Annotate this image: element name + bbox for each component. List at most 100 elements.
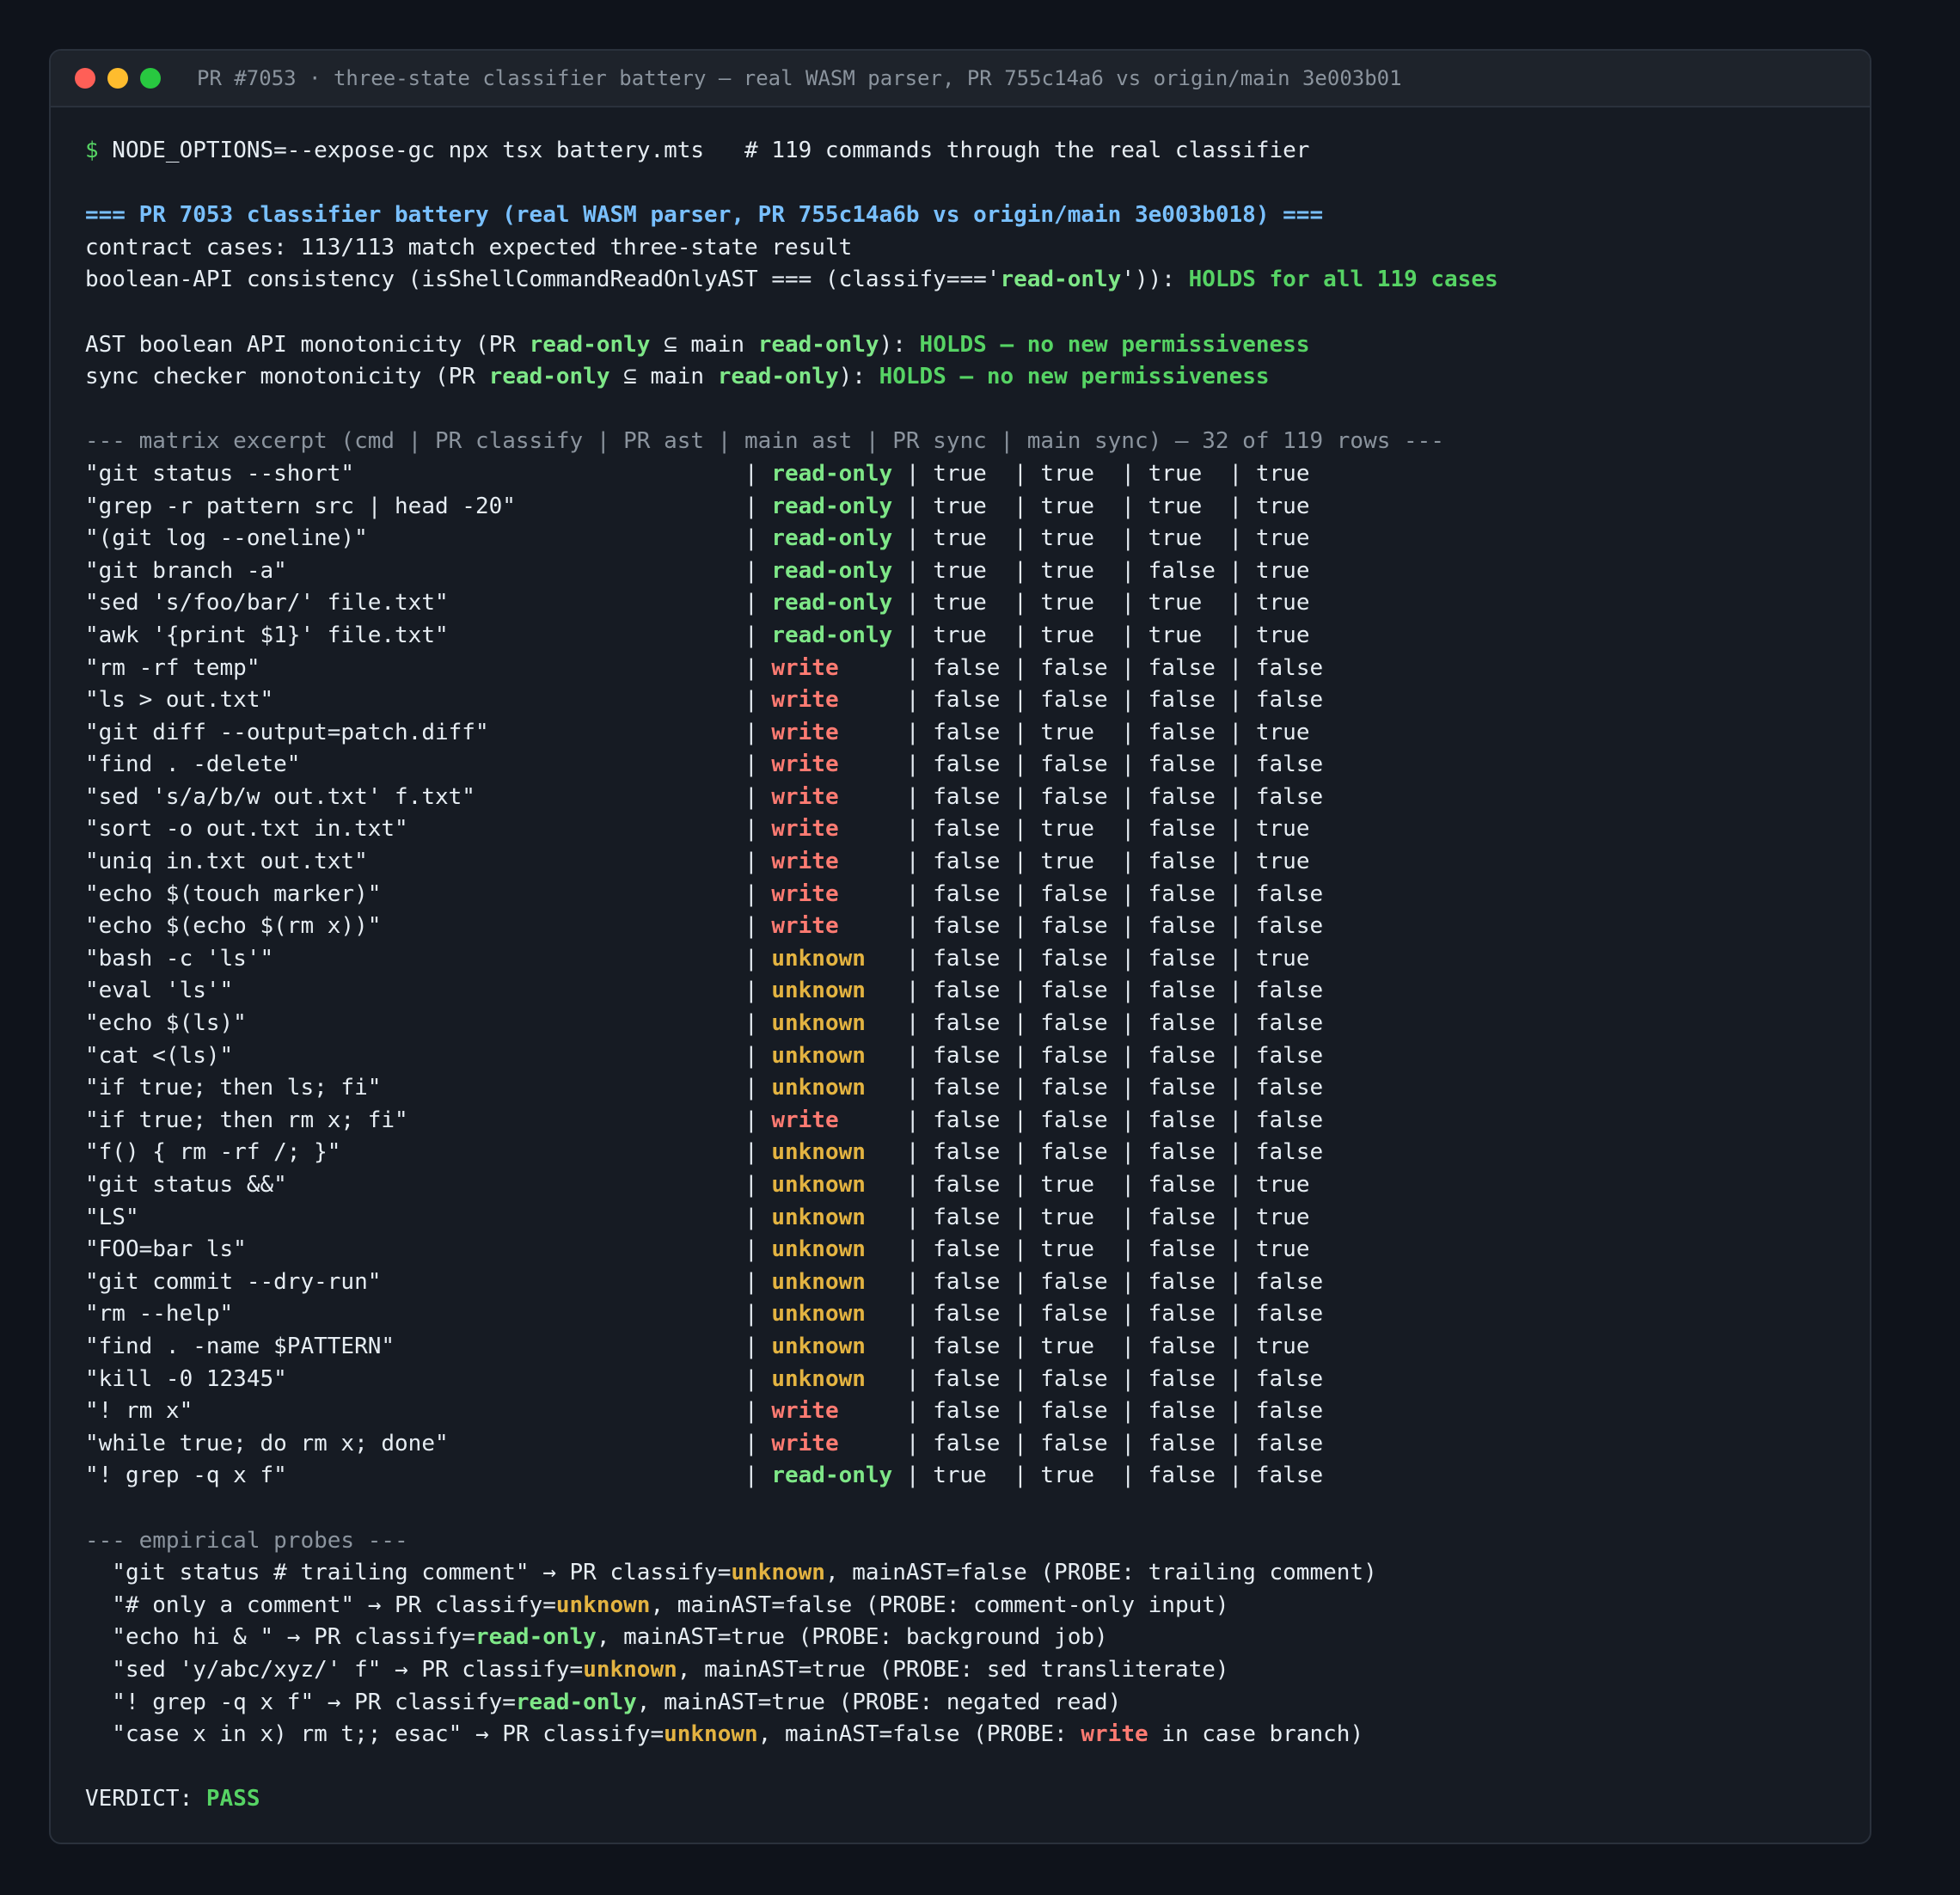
table-row: "git branch -a" | read-only | true | tru… — [85, 555, 1498, 588]
row-separator: | — [892, 816, 934, 843]
table-row: "uniq in.txt out.txt" | write | false | … — [85, 846, 1498, 879]
row-separator: | — [744, 1236, 772, 1263]
list-item: "# only a comment" → PR classify=unknown… — [85, 1590, 1498, 1622]
row-command: "echo $(ls)" — [85, 1010, 745, 1037]
row-command: "cat <(ls)" — [85, 1042, 745, 1069]
table-row: "awk '{print $1}' file.txt" | read-only … — [85, 620, 1498, 653]
row-command: "uniq in.txt out.txt" — [85, 849, 745, 875]
row-boolean-values: false | false | false | false — [933, 1398, 1324, 1425]
row-separator: | — [892, 1139, 934, 1166]
row-separator: | — [892, 460, 934, 487]
table-row: "sed 's/a/b/w out.txt' f.txt" | write | … — [85, 782, 1498, 814]
table-row: "echo $(echo $(rm x))" | write | false |… — [85, 911, 1498, 943]
list-item: "sed 'y/abc/xyz/' f" → PR classify=unkno… — [85, 1654, 1498, 1687]
row-separator: | — [744, 1204, 772, 1230]
row-classify-state: unknown — [771, 1204, 893, 1230]
row-boolean-values: false | false | false | false — [933, 880, 1324, 907]
row-boolean-values: false | true | false | true — [933, 1204, 1310, 1230]
matrix-header: --- matrix excerpt (cmd | PR classify | … — [85, 428, 1444, 455]
row-separator: | — [892, 1333, 934, 1359]
table-row: "FOO=bar ls" | unknown | false | true | … — [85, 1234, 1498, 1266]
matrix-table: "git status --short" | read-only | true … — [85, 458, 1498, 1493]
table-row: "echo $(touch marker)" | write | false |… — [85, 879, 1498, 911]
probe-note: negated read — [946, 1689, 1108, 1715]
table-row: "find . -name $PATTERN" | unknown | fals… — [85, 1331, 1498, 1364]
row-classify-state: unknown — [771, 1268, 893, 1295]
probe-main-ast: , mainAST=false (PROBE: — [824, 1560, 1148, 1586]
ast-mono-state-pr: read-only — [529, 331, 651, 358]
row-classify-state: write — [771, 687, 893, 714]
table-row: "grep -r pattern src | head -20" | read-… — [85, 491, 1498, 524]
consistency-line: boolean-API consistency (isShellCommandR… — [85, 264, 1498, 297]
verdict-line: VERDICT: PASS — [85, 1783, 1498, 1816]
command-text: NODE_OPTIONS=--expose-gc npx tsx battery… — [98, 138, 1310, 163]
table-row: "f() { rm -rf /; }" | unknown | false | … — [85, 1137, 1498, 1169]
prompt-symbol: $ — [85, 138, 99, 163]
row-separator: | — [744, 1268, 772, 1295]
probe-command: "# only a comment" → PR classify= — [85, 1591, 556, 1618]
row-separator: | — [892, 849, 934, 875]
row-separator: | — [892, 1301, 934, 1328]
row-classify-state: write — [771, 1398, 893, 1425]
row-boolean-values: true | true | true | true — [933, 493, 1310, 519]
row-command: "FOO=bar ls" — [85, 1236, 745, 1263]
row-command: "while true; do rm x; done" — [85, 1430, 745, 1457]
row-boolean-values: false | true | false | true — [933, 1333, 1310, 1359]
row-classify-state: write — [771, 751, 893, 778]
probe-close: ) — [1363, 1560, 1377, 1586]
probe-note: in case branch — [1148, 1721, 1351, 1748]
probe-command: "case x in x) rm t;; esac" → PR classify… — [85, 1721, 665, 1748]
row-separator: | — [892, 687, 934, 714]
probe-note: trailing comment — [1148, 1560, 1364, 1586]
table-row: "git diff --output=patch.diff" | write |… — [85, 717, 1498, 750]
probe-close: ) — [1215, 1591, 1229, 1618]
table-row: "if true; then rm x; fi" | write | false… — [85, 1105, 1498, 1138]
row-separator: | — [744, 783, 772, 810]
close-button[interactable] — [75, 68, 95, 89]
table-row: "echo $(ls)" | unknown | false | false |… — [85, 1008, 1498, 1040]
window-titlebar: PR #7053 · three-state classifier batter… — [51, 51, 1870, 107]
row-separator: | — [744, 590, 772, 616]
row-boolean-values: false | true | false | true — [933, 1172, 1310, 1198]
row-boolean-values: false | false | false | false — [933, 1107, 1324, 1133]
row-separator: | — [744, 525, 772, 552]
row-separator: | — [892, 719, 934, 745]
row-command: "if true; then ls; fi" — [85, 1075, 745, 1101]
row-classify-state: write — [771, 719, 893, 745]
row-boolean-values: false | false | false | false — [933, 1268, 1324, 1295]
probe-state: unknown — [555, 1591, 651, 1618]
table-row: "sed 's/foo/bar/' file.txt" | read-only … — [85, 587, 1498, 620]
probe-state: read-only — [475, 1624, 597, 1651]
ast-mono-prefix: AST boolean API monotonicity (PR — [85, 331, 530, 358]
terminal-output[interactable]: $ NODE_OPTIONS=--expose-gc npx tsx batte… — [85, 135, 1498, 1816]
row-classify-state: unknown — [771, 1365, 893, 1392]
row-classify-state: unknown — [771, 1333, 893, 1359]
row-classify-state: write — [771, 1107, 893, 1133]
table-row: "rm -rf temp" | write | false | false | … — [85, 653, 1498, 685]
row-command: "bash -c 'ls'" — [85, 945, 745, 972]
probe-command: "! grep -q x f" → PR classify= — [85, 1689, 516, 1715]
row-separator: | — [892, 1268, 934, 1295]
row-separator: | — [744, 557, 772, 584]
list-item: "case x in x) rm t;; esac" → PR classify… — [85, 1719, 1498, 1751]
row-separator: | — [892, 1075, 934, 1101]
table-row: "cat <(ls)" | unknown | false | false | … — [85, 1040, 1498, 1073]
probe-note: comment-only input — [973, 1591, 1216, 1618]
row-command: "if true; then rm x; fi" — [85, 1107, 745, 1133]
row-command: "git branch -a" — [85, 557, 745, 584]
probe-note: sed transliterate — [986, 1656, 1216, 1683]
consistency-mid: ')): — [1121, 267, 1189, 293]
row-boolean-values: false | false | false | false — [933, 1301, 1324, 1328]
row-command: "echo $(echo $(rm x))" — [85, 913, 745, 940]
row-classify-state: read-only — [771, 493, 893, 519]
row-boolean-values: false | true | false | true — [933, 849, 1310, 875]
row-separator: | — [892, 978, 934, 1004]
row-classify-state: write — [771, 849, 893, 875]
row-command: "kill -0 12345" — [85, 1365, 745, 1392]
sync-monotonicity-line: sync checker monotonicity (PR read-only … — [85, 361, 1498, 394]
row-command: "grep -r pattern src | head -20" — [85, 493, 745, 519]
minimize-button[interactable] — [107, 68, 128, 89]
maximize-button[interactable] — [140, 68, 161, 89]
row-boolean-values: false | false | false | false — [933, 1139, 1324, 1166]
verdict-label: VERDICT: — [85, 1786, 206, 1812]
